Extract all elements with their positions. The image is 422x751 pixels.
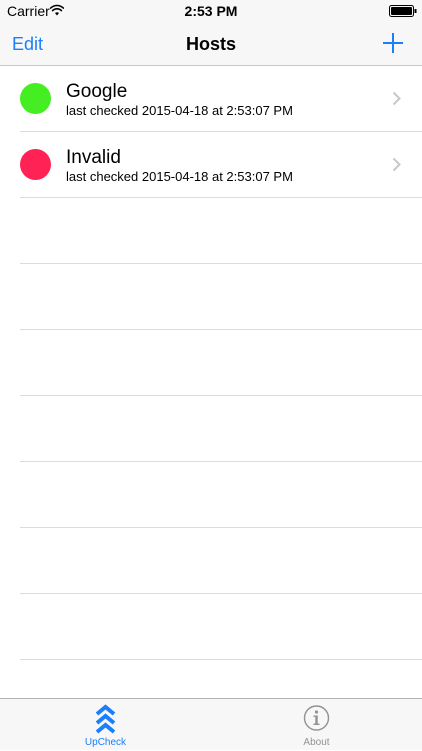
- host-last-checked: last checked 2015-04-18 at 2:53:07 PM: [66, 103, 293, 118]
- battery-icon: [389, 5, 417, 17]
- hosts-table: Google last checked 2015-04-18 at 2:53:0…: [0, 66, 422, 698]
- host-name: Google: [66, 81, 128, 102]
- tab-about[interactable]: About: [211, 699, 422, 751]
- status-time: 2:53 PM: [184, 3, 238, 19]
- empty-row: [20, 528, 422, 594]
- navigation-bar: Edit Hosts: [0, 22, 422, 66]
- chevron-right-icon: [392, 157, 401, 172]
- info-icon: [303, 705, 330, 731]
- empty-row: [20, 594, 422, 660]
- triple-chevron-up-icon: [95, 704, 116, 734]
- status-bar: Carrier 2:53 PM: [0, 0, 422, 22]
- status-indicator-down: [20, 149, 51, 180]
- chevron-right-icon: [392, 91, 401, 106]
- empty-row: [20, 198, 422, 264]
- empty-row: [20, 264, 422, 330]
- host-last-checked: last checked 2015-04-18 at 2:53:07 PM: [66, 169, 293, 184]
- host-row-google[interactable]: Google last checked 2015-04-18 at 2:53:0…: [20, 66, 422, 132]
- empty-row: [20, 330, 422, 396]
- plus-icon[interactable]: [380, 30, 406, 56]
- tab-bar: UpCheck About: [0, 698, 422, 750]
- empty-row: [20, 396, 422, 462]
- host-row-invalid[interactable]: Invalid last checked 2015-04-18 at 2:53:…: [20, 132, 422, 198]
- host-name: Invalid: [66, 147, 121, 168]
- tab-label: About: [303, 737, 330, 748]
- tab-upcheck[interactable]: UpCheck: [0, 699, 211, 751]
- page-title: Hosts: [185, 34, 236, 54]
- top-chrome: Carrier 2:53 PM Edit Hosts: [0, 0, 422, 66]
- empty-row: [20, 462, 422, 528]
- status-indicator-up: [20, 83, 51, 114]
- tab-label: UpCheck: [84, 737, 127, 748]
